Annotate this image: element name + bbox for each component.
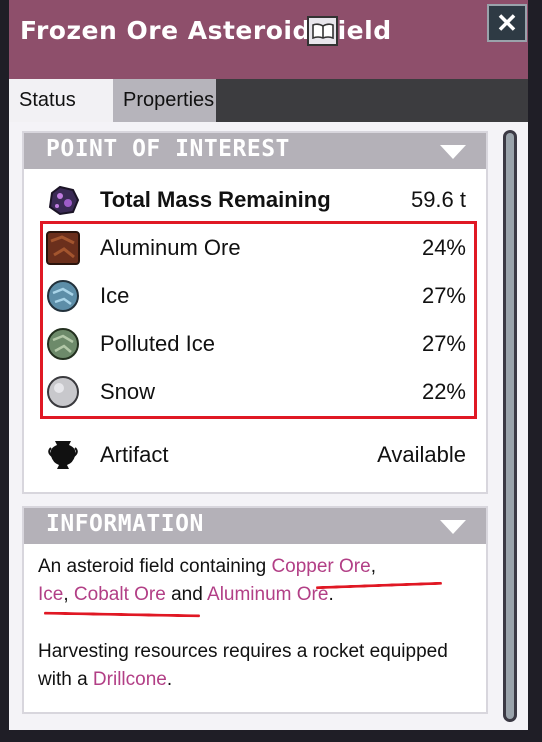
tab-status-label: Status (19, 89, 76, 111)
info-section-title: INFORMATION (46, 511, 204, 537)
poi-section-header[interactable]: POINT OF INTEREST (24, 133, 486, 169)
total-mass-value: 59.6 t (410, 187, 466, 212)
info-text-mid: and (165, 584, 208, 605)
link-cobalt-ore[interactable]: Cobalt Ore (74, 584, 166, 605)
info-paragraph-2: Harvesting resources requires a rocket e… (38, 638, 458, 694)
resource-highlight-box (40, 221, 477, 419)
info-text-sep: , (370, 556, 376, 577)
poi-section-title: POINT OF INTEREST (46, 136, 290, 162)
tab-properties-label: Properties (123, 89, 215, 111)
info-text-end: . (166, 669, 173, 690)
link-drillcone[interactable]: Drillcone (93, 669, 167, 690)
codex-book-icon[interactable] (307, 16, 338, 46)
artifact-row: Artifact Available (46, 435, 466, 475)
info-text-lead: An asteroid field containing (38, 556, 272, 577)
asteroid-icon (46, 183, 80, 217)
title-bar: Frozen Ore Asteroid Field (9, 0, 528, 79)
chevron-down-icon[interactable] (440, 520, 466, 534)
info-text-sep: , (63, 584, 74, 605)
artifact-label: Artifact (100, 442, 169, 467)
link-ice[interactable]: Ice (38, 584, 63, 605)
close-button[interactable]: ✕ (487, 4, 527, 42)
chevron-down-icon[interactable] (440, 145, 466, 159)
artifact-value: Available (377, 442, 466, 467)
info-paragraph-1: An asteroid field containing Copper Ore,… (38, 553, 458, 609)
total-mass-label: Total Mass Remaining (100, 187, 331, 212)
total-mass-row: Total Mass Remaining 59.6 t (46, 180, 466, 220)
tab-status[interactable]: Status (9, 79, 113, 122)
link-aluminum-ore[interactable]: Aluminum Ore (207, 584, 328, 605)
info-section-header[interactable]: INFORMATION (24, 508, 486, 544)
tab-properties[interactable]: Properties (113, 79, 216, 122)
scrollbar-thumb[interactable] (506, 133, 514, 719)
artifact-urn-icon (46, 438, 80, 472)
close-icon: ✕ (496, 7, 518, 38)
link-copper-ore[interactable]: Copper Ore (271, 556, 370, 577)
